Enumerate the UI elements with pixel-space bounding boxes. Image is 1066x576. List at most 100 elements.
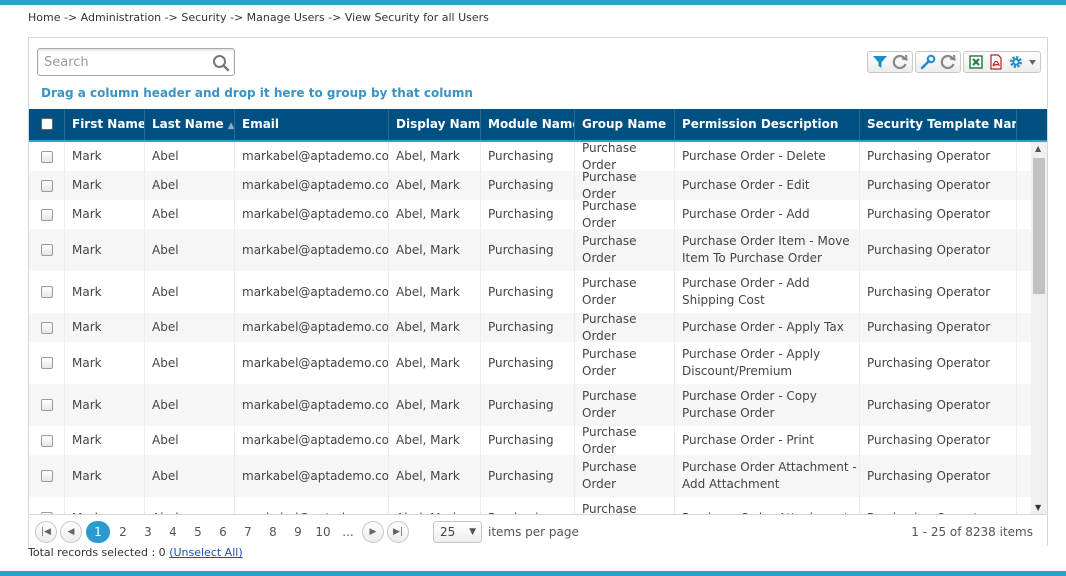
table-row[interactable]: MarkAbelmarkabel@aptademo.comAbel, MarkP…	[29, 171, 1031, 200]
page-9-button[interactable]: 9	[286, 521, 310, 543]
pdf-icon[interactable]	[986, 53, 1006, 71]
cell-group-name: Purchase Order	[575, 171, 675, 200]
cell-text: Purchasing Operator	[867, 207, 991, 221]
cell-display-name: Abel, Mark	[389, 142, 481, 171]
scrollbar-thumb[interactable]	[1033, 158, 1045, 294]
column-header-email[interactable]: Email	[235, 109, 389, 140]
cell-text: Mark	[72, 468, 102, 483]
column-header-label: First Name	[72, 117, 145, 131]
first-page-icon[interactable]: |◀	[35, 521, 57, 543]
scroll-down-icon[interactable]: ▼	[1035, 503, 1041, 512]
filter-toolbar-group	[867, 51, 913, 73]
filter-icon[interactable]	[870, 53, 890, 71]
group-drop-area[interactable]: Drag a column header and drop it here to…	[41, 86, 473, 100]
cell-group-name: Purchase Order	[575, 497, 675, 514]
cell-module-name: Purchasing	[481, 455, 575, 497]
page-1-button[interactable]: 1	[86, 521, 110, 543]
table-row[interactable]: MarkAbelmarkabel@aptademo.comAbel, MarkP…	[29, 426, 1031, 455]
page-8-button[interactable]: 8	[261, 521, 285, 543]
cell-group-name: Purchase Order	[575, 384, 675, 426]
column-header-security-template-name[interactable]: Security Template Name	[860, 109, 1017, 140]
cell-text: Abel, Mark	[396, 149, 460, 163]
cell-permission-description: Purchase Order - Copy Purchase Order	[675, 384, 860, 426]
refresh-icon[interactable]	[938, 53, 958, 71]
column-header-module-name[interactable]: Module Name	[481, 109, 575, 140]
table-row[interactable]: MarkAbelmarkabel@aptademo.comAbel, MarkP…	[29, 384, 1031, 426]
page-6-button[interactable]: 6	[211, 521, 235, 543]
chevron-down-icon[interactable]	[1026, 53, 1038, 71]
row-checkbox[interactable]	[40, 470, 53, 482]
cell-text: Mark	[72, 207, 102, 221]
cell-text: Purchase Order Item - Move Item To Purch…	[682, 234, 850, 265]
row-checkbox[interactable]	[40, 434, 53, 447]
cell-security-template-name: Purchasing Operator	[860, 342, 1017, 384]
page-size-value: 25	[440, 525, 456, 539]
table-row[interactable]: MarkAbelmarkabel@aptademo.comAbel, MarkP…	[29, 313, 1031, 342]
next-page-icon[interactable]: ▶	[362, 521, 384, 543]
cell-text: Purchase Order	[582, 200, 637, 229]
gear-icon[interactable]	[1006, 53, 1026, 71]
table-row[interactable]: MarkAbelmarkabel@aptademo.comAbel, MarkP…	[29, 342, 1031, 384]
refresh-icon[interactable]	[890, 53, 910, 71]
cell-first-name: Mark	[65, 342, 145, 384]
column-header-permission-description[interactable]: Permission Description	[675, 109, 860, 140]
cell-text: Purchase Order - Edit	[682, 178, 810, 192]
page-10-button[interactable]: 10	[311, 521, 335, 543]
cell-text: Mark	[72, 242, 102, 257]
cell-permission-description: Purchase Order - Edit	[675, 171, 860, 200]
table-row[interactable]: MarkAbelmarkabel@aptademo.comAbel, MarkP…	[29, 455, 1031, 497]
page-5-button[interactable]: 5	[186, 521, 210, 543]
page-2-button[interactable]: 2	[111, 521, 135, 543]
last-page-icon[interactable]: ▶|	[387, 521, 409, 543]
page-3-button[interactable]: 3	[136, 521, 160, 543]
search-box[interactable]	[37, 48, 235, 76]
search-input[interactable]	[38, 49, 208, 75]
row-checkbox[interactable]	[40, 179, 53, 192]
wrench-icon[interactable]	[918, 53, 938, 71]
column-header-first-name[interactable]: First Name	[65, 109, 145, 140]
cell-text: Abel, Mark	[396, 468, 460, 483]
page-7-button[interactable]: 7	[236, 521, 260, 543]
cell-security-template-name: Purchasing Operator	[860, 200, 1017, 229]
cell-text: Purchase Order - Print	[682, 433, 814, 447]
column-header-last-name[interactable]: Last Name ▲	[145, 109, 235, 140]
cell-group-name: Purchase Order	[575, 142, 675, 171]
scroll-up-icon[interactable]: ▲	[1035, 144, 1041, 153]
selection-footer: Total records selected : 0 (Unselect All…	[28, 546, 243, 559]
cell-permission-description: Purchase Order - Apply Tax	[675, 313, 860, 342]
row-checkbox[interactable]	[40, 286, 53, 298]
row-checkbox[interactable]	[40, 357, 53, 369]
page-4-button[interactable]: 4	[161, 521, 185, 543]
selected-count-label: Total records selected : 0	[28, 546, 166, 559]
cell-security-template-name: Purchasing Operator	[860, 171, 1017, 200]
table-row[interactable]: MarkAbelmarkabel@aptademo.comAbel, MarkP…	[29, 497, 1031, 514]
column-header-label: Last Name	[152, 117, 224, 131]
cell-text: Purchasing	[488, 355, 554, 370]
column-header-label: Security Template Name	[867, 117, 1017, 131]
prev-page-icon[interactable]: ◀	[60, 521, 82, 543]
search-icon[interactable]	[212, 54, 230, 72]
table-row[interactable]: MarkAbelmarkabel@aptademo.comAbel, MarkP…	[29, 200, 1031, 229]
excel-icon[interactable]	[966, 53, 986, 71]
column-header-display-name[interactable]: Display Name	[389, 109, 481, 140]
table-row[interactable]: MarkAbelmarkabel@aptademo.comAbel, MarkP…	[29, 271, 1031, 313]
row-checkbox[interactable]	[40, 244, 53, 256]
row-checkbox[interactable]	[40, 208, 53, 221]
page-more-button[interactable]: ...	[336, 521, 360, 543]
row-checkbox[interactable]	[40, 150, 53, 163]
cell-text: Mark	[72, 284, 102, 299]
row-checkbox[interactable]	[40, 399, 53, 411]
cell-security-template-name: Purchasing Operator	[860, 497, 1017, 514]
unselect-all-link[interactable]: (Unselect All)	[169, 546, 242, 559]
cell-permission-description: Purchase Order - Apply Discount/Premium	[675, 342, 860, 384]
column-header-group-name[interactable]: Group Name	[575, 109, 675, 140]
row-checkbox[interactable]	[40, 321, 53, 334]
page-size-select[interactable]: 25 ▼	[433, 521, 482, 543]
table-row[interactable]: MarkAbelmarkabel@aptademo.comAbel, MarkP…	[29, 229, 1031, 271]
cell-text: Purchasing Operator	[867, 320, 991, 334]
cell-security-template-name: Purchasing Operator	[860, 229, 1017, 271]
select-all-checkbox[interactable]	[40, 118, 53, 130]
vertical-scrollbar[interactable]: ▲ ▼	[1031, 142, 1047, 514]
column-header-label: Permission Description	[682, 117, 839, 131]
table-row[interactable]: MarkAbelmarkabel@aptademo.comAbel, MarkP…	[29, 142, 1031, 171]
